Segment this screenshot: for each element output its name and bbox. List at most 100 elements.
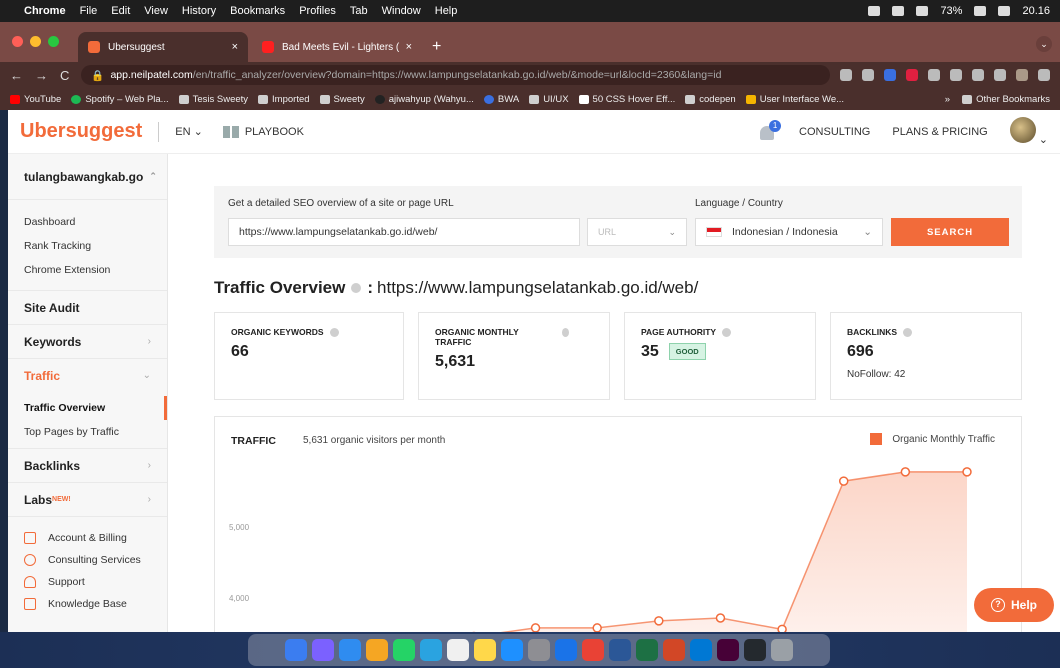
extension-icon[interactable] xyxy=(928,69,940,81)
reading-list-icon[interactable] xyxy=(972,69,984,81)
reload-icon[interactable]: C xyxy=(60,68,69,83)
info-icon[interactable] xyxy=(351,283,362,293)
language-dropdown[interactable]: EN ⌄ xyxy=(175,125,203,138)
trash-icon[interactable] xyxy=(771,639,793,661)
share-icon[interactable] xyxy=(840,69,852,81)
menu-edit[interactable]: Edit xyxy=(111,5,130,17)
menu-file[interactable]: File xyxy=(80,5,98,17)
playbook-link[interactable]: PLAYBOOK xyxy=(222,125,304,138)
menu-help[interactable]: Help xyxy=(435,5,458,17)
clock[interactable]: 20.16 xyxy=(1022,5,1050,17)
data-point[interactable] xyxy=(654,616,664,626)
reminders-icon[interactable] xyxy=(447,639,469,661)
new-tab-button[interactable]: + xyxy=(426,32,447,62)
bookmark-item[interactable]: Spotify – Web Pla... xyxy=(71,94,169,105)
bookmark-item[interactable]: ajiwahyup (Wahyu... xyxy=(374,94,474,105)
back-icon[interactable]: ← xyxy=(10,68,23,83)
project-selector[interactable]: tulangbawangkab.go ⌃ xyxy=(8,154,167,200)
menu-window[interactable]: Window xyxy=(382,5,421,17)
status-icon[interactable] xyxy=(892,6,905,16)
sidebar-item-knowledge-base[interactable]: Knowledge Base xyxy=(8,593,167,615)
data-point[interactable] xyxy=(900,467,911,477)
consulting-link[interactable]: CONSULTING xyxy=(799,126,870,138)
battery-percent[interactable]: 73% xyxy=(940,5,962,17)
sidebar-item-labs[interactable]: Labs NEW! › xyxy=(8,482,167,516)
close-tab-icon[interactable]: × xyxy=(232,41,238,53)
system-preferences-icon[interactable] xyxy=(528,639,550,661)
profile-avatar-icon[interactable] xyxy=(1016,69,1028,81)
telegram-icon[interactable] xyxy=(420,639,442,661)
menu-bookmarks[interactable]: Bookmarks xyxy=(230,5,285,17)
bookmark-item[interactable]: UI/UX xyxy=(529,94,569,105)
safari-icon[interactable] xyxy=(555,639,577,661)
extension-icon[interactable] xyxy=(906,69,918,81)
finder-icon[interactable] xyxy=(285,639,307,661)
data-point[interactable] xyxy=(592,623,602,632)
close-tab-icon[interactable]: × xyxy=(406,41,412,53)
address-bar[interactable]: 🔒 app.neilpatel.com/en/traffic_analyzer/… xyxy=(81,65,830,85)
status-icon[interactable] xyxy=(868,6,881,16)
info-icon[interactable] xyxy=(903,328,913,337)
status-icon[interactable] xyxy=(916,6,929,16)
data-point[interactable] xyxy=(530,623,541,632)
menu-view[interactable]: View xyxy=(144,5,168,17)
vscode-icon[interactable] xyxy=(690,639,712,661)
menu-profiles[interactable]: Profiles xyxy=(299,5,336,17)
sidebar-item-rank-tracking[interactable]: Rank Tracking xyxy=(8,234,167,258)
powerpoint-icon[interactable] xyxy=(663,639,685,661)
bookmark-item[interactable]: 50 CSS Hover Eff... xyxy=(578,94,675,105)
battery-icon[interactable] xyxy=(974,6,987,16)
bookmark-item[interactable]: User Interface We... xyxy=(745,94,844,105)
other-bookmarks[interactable]: Other Bookmarks xyxy=(976,94,1050,105)
data-point[interactable] xyxy=(777,624,787,632)
github-desktop-icon[interactable] xyxy=(744,639,766,661)
info-icon[interactable] xyxy=(329,328,339,337)
xd-icon[interactable] xyxy=(717,639,739,661)
sidebar-item-top-pages[interactable]: Top Pages by Traffic xyxy=(8,420,167,444)
notes-icon[interactable] xyxy=(474,639,496,661)
help-button[interactable]: ? Help xyxy=(974,588,1054,622)
sidebar-item-keywords[interactable]: Keywords › xyxy=(8,324,167,358)
data-point[interactable] xyxy=(715,613,726,623)
minimize-window-button[interactable] xyxy=(30,36,41,47)
sidepanel-icon[interactable] xyxy=(994,69,1006,81)
account-menu[interactable]: ⌄ xyxy=(1009,117,1048,146)
excel-icon[interactable] xyxy=(636,639,658,661)
language-country-select[interactable]: Indonesian / Indonesia ⌄ xyxy=(695,218,883,246)
sidebar-item-site-audit[interactable]: Site Audit xyxy=(8,290,167,324)
forward-icon[interactable]: → xyxy=(35,68,48,83)
sidebar-item-dashboard[interactable]: Dashboard xyxy=(8,210,167,234)
sidebar-item-traffic-overview[interactable]: Traffic Overview xyxy=(8,396,167,420)
sidebar-item-account-billing[interactable]: Account & Billing xyxy=(8,527,167,549)
extension-icon[interactable] xyxy=(884,69,896,81)
maximize-window-button[interactable] xyxy=(48,36,59,47)
search-button[interactable]: SEARCH xyxy=(891,218,1009,246)
menu-history[interactable]: History xyxy=(182,5,216,17)
bookmark-item[interactable]: codepen xyxy=(685,94,736,105)
star-icon[interactable] xyxy=(862,69,874,81)
launchpad-icon[interactable] xyxy=(312,639,334,661)
tab-search-icon[interactable]: ⌄ xyxy=(1036,36,1052,52)
sidebar-item-support[interactable]: Support xyxy=(8,571,167,593)
bookmark-item[interactable]: Sweety xyxy=(319,94,365,105)
word-icon[interactable] xyxy=(609,639,631,661)
whatsapp-icon[interactable] xyxy=(393,639,415,661)
menu-chrome[interactable]: Chrome xyxy=(24,5,66,17)
info-icon[interactable] xyxy=(722,328,732,337)
mode-select[interactable]: URL ⌄ xyxy=(587,218,687,246)
puzzle-icon[interactable] xyxy=(950,69,962,81)
ubersuggest-logo[interactable]: Ubersuggest xyxy=(20,120,142,143)
bookmark-item[interactable]: YouTube xyxy=(10,94,61,105)
sidebar-item-backlinks[interactable]: Backlinks › xyxy=(8,448,167,482)
app-store-icon[interactable] xyxy=(501,639,523,661)
close-window-button[interactable] xyxy=(12,36,23,47)
bookmark-item[interactable]: Imported xyxy=(258,94,310,105)
data-point[interactable] xyxy=(838,476,849,486)
more-icon[interactable] xyxy=(1038,69,1050,81)
bookmark-item[interactable]: Tesis Sweety xyxy=(178,94,248,105)
data-point[interactable] xyxy=(962,467,972,477)
mail-icon[interactable] xyxy=(339,639,361,661)
wifi-icon[interactable] xyxy=(998,6,1011,16)
sidebar-item-chrome-extension[interactable]: Chrome Extension xyxy=(8,258,167,282)
plans-pricing-link[interactable]: PLANS & PRICING xyxy=(892,126,987,138)
